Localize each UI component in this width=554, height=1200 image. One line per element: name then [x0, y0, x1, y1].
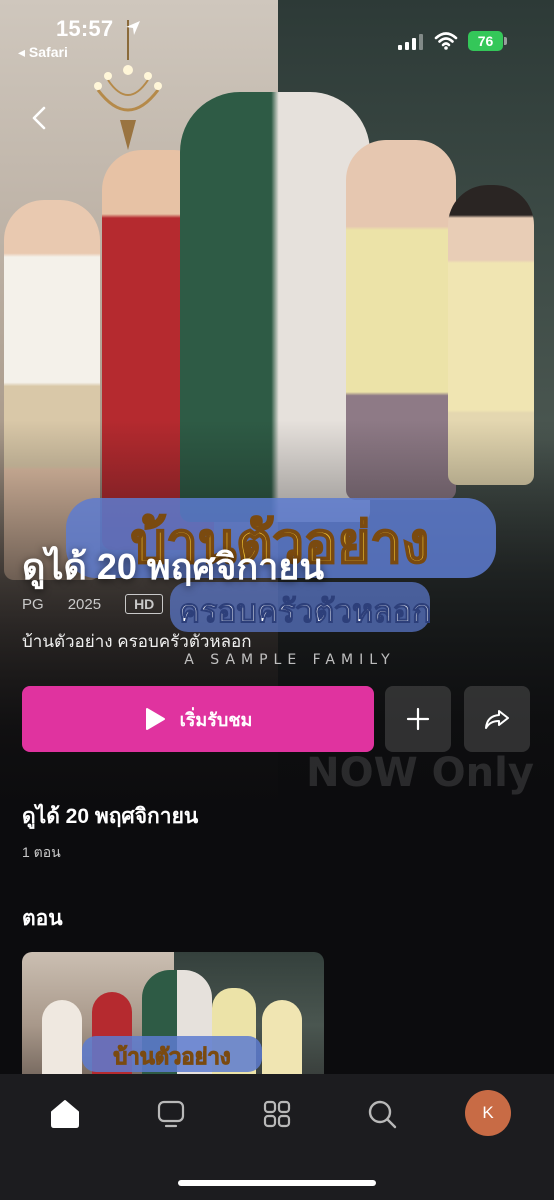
- tab-search[interactable]: [357, 1092, 407, 1136]
- tab-tv[interactable]: [146, 1092, 196, 1136]
- tab-home[interactable]: [40, 1092, 90, 1136]
- back-to-app-link[interactable]: ◂ Safari: [18, 44, 68, 61]
- share-button[interactable]: [464, 686, 530, 752]
- play-button-label: เริ่มรับชม: [179, 709, 253, 730]
- thumb-logo-text: บ้านตัวอย่าง: [113, 1045, 230, 1070]
- play-icon: [145, 708, 165, 730]
- rating-label: PG: [22, 595, 44, 613]
- back-chevron-icon[interactable]: [22, 100, 58, 136]
- logo-line2: ครอบครัวตัวหลอก: [179, 592, 432, 630]
- tv-icon: [157, 1100, 185, 1128]
- battery-indicator: 76: [468, 31, 508, 51]
- wifi-icon: [434, 32, 458, 50]
- show-title: ดูได้ 20 พฤศจิกายน: [22, 546, 325, 587]
- signal-icon: [398, 34, 423, 50]
- thumb-figure-5: [262, 1000, 302, 1074]
- thumb-figure-1: [42, 1000, 82, 1074]
- home-icon: [51, 1100, 79, 1128]
- status-bar: 15:57 ◂ Safari 76: [0, 0, 554, 64]
- show-subtitle: บ้านตัวอย่าง ครอบครัวตัวหลอก: [22, 632, 252, 651]
- location-arrow-icon: [126, 21, 140, 35]
- show-meta: PG 2025 HD: [22, 594, 164, 614]
- hero-poster: บ้านตัวอย่าง ครอบครัวตัวหลอก A SAMPLE FA…: [0, 0, 554, 800]
- search-icon: [368, 1100, 397, 1129]
- plus-icon: [406, 707, 430, 731]
- grid-icon: [263, 1100, 291, 1128]
- add-to-list-button[interactable]: [385, 686, 451, 752]
- home-indicator: [178, 1180, 376, 1186]
- year-label: 2025: [67, 595, 102, 613]
- share-arrow-icon: [485, 710, 509, 729]
- profile-avatar[interactable]: K: [465, 1090, 511, 1136]
- episode-thumbnail[interactable]: บ้านตัวอย่าง: [22, 952, 324, 1074]
- quality-badge: HD: [125, 594, 164, 614]
- episode-count: 1 ตอน: [22, 844, 61, 860]
- battery-tip: [504, 37, 507, 45]
- episodes-heading: ตอน: [22, 907, 63, 930]
- availability-heading: ดูได้ 20 พฤศจิกายน: [22, 805, 199, 828]
- play-button[interactable]: เริ่มรับชม: [22, 686, 374, 752]
- tab-categories[interactable]: [252, 1092, 302, 1136]
- status-time: 15:57: [56, 16, 114, 41]
- thumb-logo: บ้านตัวอย่าง: [82, 1036, 262, 1072]
- now-only-text: NOW Only: [306, 750, 534, 796]
- battery-level: 76: [468, 31, 503, 51]
